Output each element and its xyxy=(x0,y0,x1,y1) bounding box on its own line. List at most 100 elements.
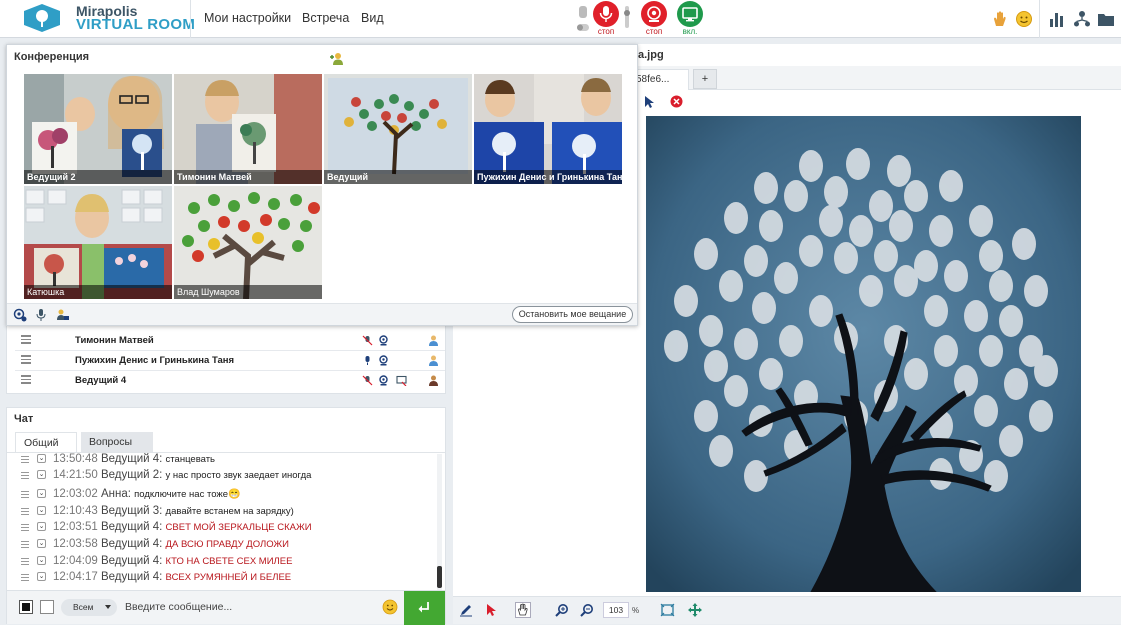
video-tile-label: Ведущий xyxy=(324,170,472,184)
menu-my-settings[interactable]: Мои настройки xyxy=(204,11,291,25)
background-color-picker[interactable] xyxy=(40,600,54,614)
monitor-icon xyxy=(682,7,698,22)
mic-button[interactable] xyxy=(593,1,619,27)
users-settings-icon[interactable] xyxy=(55,308,70,322)
raise-hand-icon[interactable] xyxy=(991,10,1009,28)
add-user-icon[interactable] xyxy=(329,52,344,65)
chat-message: ⌄ 12:03:02 Анна: подключите нас тоже😁 xyxy=(17,488,437,504)
pointer-icon[interactable] xyxy=(643,95,655,109)
message-text: у нас просто звук заедает иногда xyxy=(165,470,312,481)
message-time: 14:21:50 xyxy=(53,469,98,481)
message-menu-chevron-icon[interactable]: ⌄ xyxy=(37,454,46,463)
menu-meeting[interactable]: Встреча xyxy=(302,11,349,25)
divider xyxy=(190,0,191,38)
webcam-status-icon[interactable] xyxy=(378,355,389,366)
video-feed xyxy=(174,186,322,299)
participants-tree-icon[interactable] xyxy=(1073,10,1091,28)
participant-name: Ведущий 4 xyxy=(75,375,127,386)
hand-pan-icon[interactable] xyxy=(515,602,531,618)
microphone-icon[interactable] xyxy=(362,355,373,366)
video-feed xyxy=(324,74,472,184)
participant-row[interactable]: Тимонин Матвей xyxy=(15,331,445,351)
drag-handle-icon[interactable] xyxy=(21,375,31,384)
drag-handle-icon[interactable] xyxy=(21,524,29,531)
add-tab-button[interactable]: + xyxy=(693,69,717,89)
chat-tab-questions[interactable]: Вопросы xyxy=(81,432,153,452)
screen-share-button[interactable] xyxy=(677,1,703,27)
video-tile[interactable]: Влад Шумаров xyxy=(174,186,322,299)
statistics-icon[interactable] xyxy=(1048,10,1066,28)
fit-to-screen-icon[interactable] xyxy=(660,603,675,617)
folder-icon[interactable] xyxy=(1097,10,1115,28)
camera-button[interactable] xyxy=(641,1,667,27)
webcam-status-icon[interactable] xyxy=(378,375,389,386)
brand-line2: VIRTUAL ROOM xyxy=(76,16,196,33)
chat-tab-general[interactable]: Общий xyxy=(15,432,77,452)
emotion-icon[interactable] xyxy=(1015,10,1033,28)
chat-scrollbar-thumb[interactable] xyxy=(437,566,442,588)
video-feed xyxy=(474,74,622,184)
mic-slider[interactable] xyxy=(624,6,630,28)
drag-handle-icon[interactable] xyxy=(21,355,31,364)
mic-muted-icon[interactable] xyxy=(362,375,373,386)
zoom-input[interactable]: 103 xyxy=(603,602,629,618)
video-tile[interactable]: Катюшка xyxy=(24,186,172,299)
video-tile[interactable]: Ведущий 2 xyxy=(24,74,172,184)
drag-handle-icon[interactable] xyxy=(21,574,29,581)
chat-title: Чат xyxy=(14,413,34,425)
send-button[interactable] xyxy=(404,591,445,625)
send-icon xyxy=(418,602,429,613)
message-menu-chevron-icon[interactable]: ⌄ xyxy=(37,572,46,581)
video-tile[interactable]: Пужихин Денис и Гринькина Таня xyxy=(474,74,622,184)
participant-row[interactable]: Ведущий 4 xyxy=(15,371,445,391)
brand-text: Mirapolis VIRTUAL ROOM xyxy=(76,4,195,32)
zoom-out-icon[interactable] xyxy=(580,603,594,617)
microphone-icon xyxy=(599,6,613,22)
chat-scrollbar-track[interactable] xyxy=(437,454,442,590)
message-menu-chevron-icon[interactable]: ⌄ xyxy=(37,489,46,498)
conference-footer: Остановить мое вещание xyxy=(7,303,637,325)
navigator-icon[interactable] xyxy=(687,602,703,618)
video-feed xyxy=(174,74,322,184)
document-toolbar: 103 % xyxy=(453,596,1121,624)
drag-handle-icon[interactable] xyxy=(21,335,31,344)
drag-handle-icon[interactable] xyxy=(21,472,29,479)
camera-label: стоп xyxy=(645,27,663,36)
select-pointer-icon[interactable] xyxy=(485,603,497,617)
screen-share-status-icon[interactable] xyxy=(396,375,407,386)
message-author: Ведущий 2: xyxy=(100,469,163,481)
webcam-status-icon[interactable] xyxy=(378,335,389,346)
message-text: подключите нас тоже xyxy=(134,489,229,500)
video-tile[interactable]: Тимонин Матвей xyxy=(174,74,322,184)
top-bar: Mirapolis VIRTUAL ROOM Мои настройки Вст… xyxy=(0,0,1121,38)
text-color-picker[interactable] xyxy=(19,600,33,614)
drag-handle-icon[interactable] xyxy=(21,456,29,463)
message-menu-chevron-icon[interactable]: ⌄ xyxy=(37,522,46,531)
conference-title: Конференция xyxy=(14,51,90,63)
pen-icon[interactable] xyxy=(459,603,473,617)
chat-input-bar: Всем Введите сообщение... xyxy=(7,590,445,625)
webcam-settings-icon[interactable] xyxy=(13,308,27,322)
menu-view[interactable]: Вид xyxy=(361,11,384,25)
message-text: СВЕТ МОЙ ЗЕРКАЛЬЦЕ СКАЖИ xyxy=(165,522,312,533)
mic-muted-icon[interactable] xyxy=(362,335,373,346)
drag-handle-icon[interactable] xyxy=(21,558,29,565)
chat-message-input[interactable]: Введите сообщение... xyxy=(125,601,232,613)
participant-row[interactable]: Пужихин Денис и Гринькина Таня xyxy=(15,351,445,371)
document-title: a.jpg xyxy=(638,49,664,61)
stop-broadcast-button[interactable]: Остановить мое вещание xyxy=(512,306,633,323)
drag-handle-icon[interactable] xyxy=(21,508,29,515)
mic-settings-icon[interactable] xyxy=(35,308,47,322)
emoji-picker-icon[interactable] xyxy=(382,599,398,615)
message-menu-chevron-icon[interactable]: ⌄ xyxy=(37,506,46,515)
mic-level-icon[interactable] xyxy=(576,4,590,34)
message-menu-chevron-icon[interactable]: ⌄ xyxy=(37,539,46,548)
close-document-icon[interactable] xyxy=(670,95,683,108)
smile-emoji-icon: 😁 xyxy=(228,489,241,500)
drag-handle-icon[interactable] xyxy=(21,541,29,548)
zoom-in-icon[interactable] xyxy=(555,603,569,617)
drag-handle-icon[interactable] xyxy=(21,491,29,498)
message-menu-chevron-icon[interactable]: ⌄ xyxy=(37,470,46,479)
message-menu-chevron-icon[interactable]: ⌄ xyxy=(37,556,46,565)
video-tile[interactable]: Ведущий xyxy=(324,74,472,184)
